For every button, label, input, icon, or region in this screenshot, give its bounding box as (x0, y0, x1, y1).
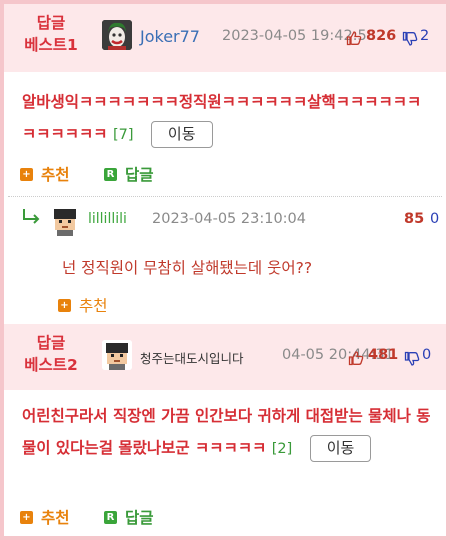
comment-text: 알바생익ㅋㅋㅋㅋㅋㅋㅋ정직원ㅋㅋㅋㅋㅋㅋ살핵ㅋㅋㅋㅋㅋㅋㅋㅋㅋㅋㅋㅋ (22, 93, 422, 143)
recommend-button[interactable]: + 추천 (58, 294, 108, 316)
reply-button[interactable]: R 답글 (104, 163, 154, 185)
reply-label: 답글 (125, 509, 154, 527)
comment-datetime: 2023-04-05 23:10:04 (152, 211, 306, 227)
best-label-line2: 베스트2 (24, 356, 78, 374)
recommend-button[interactable]: + 추천 (20, 506, 70, 528)
downvote-count: 2 (420, 28, 430, 44)
recommend-label: 추천 (41, 509, 70, 527)
nickname[interactable]: Joker77 (140, 27, 200, 46)
reply-r-icon: R (104, 167, 117, 181)
pixel-face-avatar-icon (102, 340, 132, 370)
upvote-count: 85 (404, 211, 425, 227)
avatar[interactable] (102, 20, 132, 50)
reply-label: 답글 (125, 166, 154, 184)
recommend-label: 추천 (79, 297, 108, 315)
joker-avatar-icon (102, 20, 132, 50)
reply-button[interactable]: R 답글 (104, 506, 154, 528)
recommend-button[interactable]: + 추천 (20, 163, 70, 185)
reply-arrow-icon (23, 209, 40, 224)
comment-body: 알바생익ㅋㅋㅋㅋㅋㅋㅋ정직원ㅋㅋㅋㅋㅋㅋ살핵ㅋㅋㅋㅋㅋㅋㅋㅋㅋㅋㅋㅋ [7] 이… (22, 86, 434, 151)
plus-icon: + (58, 298, 71, 312)
best2-header: 답글 베스트2 청주는대도시입니다 04-05 20:44:31 481 0 (4, 324, 446, 390)
downvote-count: 0 (430, 211, 440, 227)
plus-icon: + (20, 510, 33, 524)
reply-count: [7] (112, 127, 134, 143)
reply-count: [2] (271, 441, 293, 457)
nickname[interactable]: lillillili (88, 211, 127, 227)
move-button[interactable]: 이동 (150, 121, 213, 148)
reply-r-icon: R (104, 510, 117, 524)
best2-badge: 답글 베스트2 (12, 332, 90, 376)
best1-header: 답글 베스트1 Joker77 2023-04-05 19:42:58 826 … (4, 4, 446, 72)
comment-body: 어린친구라서 직장엔 가끔 인간보다 귀하게 대접받는 물체나 동물이 있다는걸… (22, 400, 436, 465)
avatar[interactable] (102, 340, 132, 370)
avatar[interactable] (50, 206, 80, 236)
best-label-line1: 답글 (36, 334, 66, 352)
thumbs-up-icon[interactable] (346, 30, 362, 46)
recommend-label: 추천 (41, 166, 70, 184)
best1-badge: 답글 베스트1 (12, 12, 90, 56)
thumbs-down-icon[interactable] (402, 31, 418, 47)
upvote-count: 481 (368, 347, 399, 363)
best-label-line2: 베스트1 (24, 36, 78, 54)
move-button[interactable]: 이동 (309, 435, 372, 462)
upvote-count: 826 (366, 28, 397, 44)
downvote-count: 0 (422, 347, 432, 363)
nickname[interactable]: 청주는대도시입니다 (140, 348, 244, 367)
comment-panel: 답글 베스트1 Joker77 2023-04-05 19:42:58 826 … (0, 0, 450, 540)
reply-body: 넌 정직원이 무참히 살해됐는데 웃어?? (62, 259, 313, 277)
pixel-face-avatar-icon (50, 206, 80, 236)
divider (8, 196, 442, 197)
thumbs-up-icon[interactable] (348, 350, 364, 366)
thumbs-down-icon[interactable] (404, 351, 420, 367)
best-label-line1: 답글 (36, 14, 66, 32)
plus-icon: + (20, 167, 33, 181)
